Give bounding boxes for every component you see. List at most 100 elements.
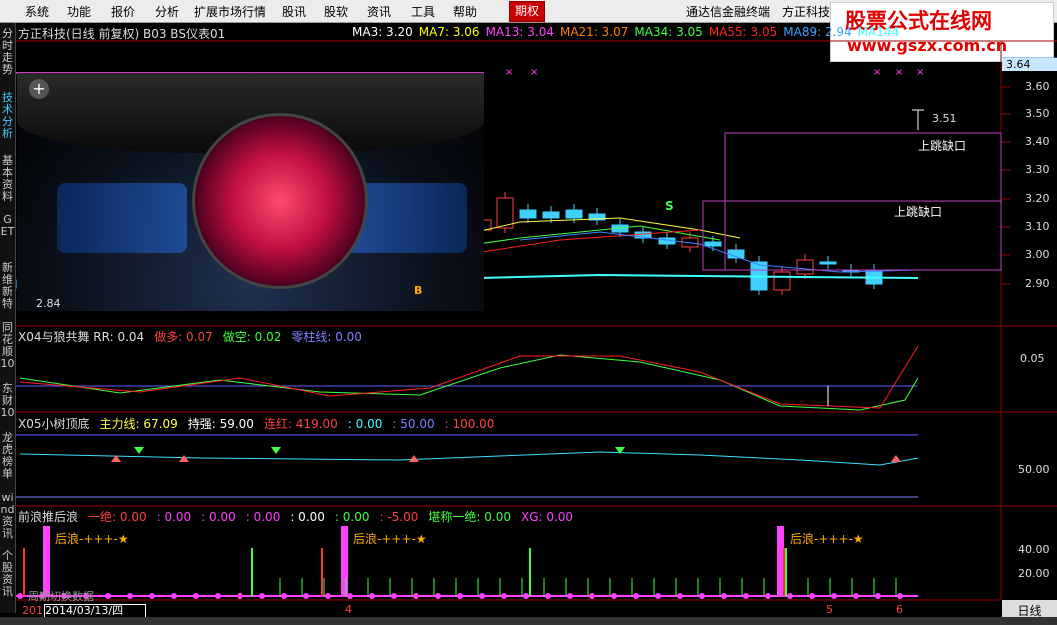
top-x-mark-2: × [873, 67, 881, 78]
zoom-plus-icon[interactable]: + [29, 79, 49, 99]
panel2-legend: X04与狼共舞 RR: 0.04 做多: 0.07 做空: 0.02 零柱线: 0.0… [18, 328, 372, 345]
panel4-dot-262 [259, 593, 265, 599]
panel4-dot-284 [281, 593, 287, 599]
panel4-legend-7: : -5.00 [379, 510, 419, 524]
top-x-mark-1: × [530, 67, 538, 78]
top-x-mark-4: × [916, 67, 924, 78]
panel4-legend-2: : 0.00 [156, 510, 192, 524]
panel4-legend-9: XG: 0.00 [520, 510, 574, 524]
panel4-dot-900 [897, 593, 903, 599]
wave-label-1: 后浪-+++-★ [55, 532, 129, 546]
panel4-dot-856 [853, 593, 859, 599]
top-x-mark-0: × [505, 67, 513, 78]
panel4-dot-240 [237, 593, 243, 599]
price-axis-label-8: 2.90 [1025, 277, 1050, 290]
panel3-legend-1: 主力线: 67.09 [99, 417, 178, 431]
panel4-dot-20 [17, 593, 23, 599]
panel3-arrow-4 [134, 447, 144, 454]
candle-body-27 [704, 241, 722, 247]
price-axis-label-7: 3.00 [1025, 248, 1050, 261]
panel3-axis-label: 50.00 [1018, 463, 1050, 476]
panel4-dot-328 [325, 593, 331, 599]
time-mark-6: 6 [896, 603, 903, 616]
wave-label-2: 后浪-+++-★ [353, 532, 427, 546]
panel4-dot-416 [413, 593, 419, 599]
panel2-long-line [19, 345, 919, 409]
panel3-legend-0: X05小树顶底 [18, 417, 90, 431]
dashboard-left-panel [57, 183, 187, 253]
cursor-date: 2014/03/13/四 [44, 604, 146, 618]
gap-box-2 [702, 200, 1002, 271]
panel3-legend: X05小树顶底 主力线: 67.09 持强: 59.00 连红: 419.00 : 0.… [18, 415, 504, 432]
time-mark-5: 5 [826, 603, 833, 616]
panel4-dot-438 [435, 593, 441, 599]
panel2-short-line [19, 354, 919, 411]
panel4-dot-812 [809, 593, 815, 599]
candle-body-18 [496, 197, 514, 229]
panel4-legend-1: 一绝: 0.00 [88, 510, 147, 524]
candle-body-32 [819, 261, 837, 265]
panel4-dot-548 [545, 593, 551, 599]
panel3-legend-2: 持强: 59.00 [187, 417, 254, 431]
cycle-switch-text: 周期切换数据 [28, 590, 94, 603]
panel3-arrow-1 [179, 455, 189, 462]
bottom-tab-bar[interactable] [0, 617, 1057, 625]
panel4-dot-372 [369, 593, 375, 599]
panel4-dot-724 [721, 593, 727, 599]
price-axis-label-4: 3.30 [1025, 163, 1050, 176]
panel4-pink-bar-1 [341, 526, 348, 596]
dashboard-photo: + [17, 73, 484, 311]
panel4-dot-526 [523, 593, 529, 599]
panel4-legend-5: : 0.00 [290, 510, 325, 524]
panel4-dot-702 [699, 593, 705, 599]
panel4-dot-614 [611, 593, 617, 599]
panel4-dot-394 [391, 593, 397, 599]
low-price-label: 2.84 [36, 297, 61, 310]
panel2-legend-1: 做多: 0.07 [154, 330, 213, 344]
panel4-dot-130 [127, 593, 133, 599]
panel4-dot-460 [457, 593, 463, 599]
price-axis-label-6: 3.10 [1025, 220, 1050, 233]
panel4-dot-658 [655, 593, 661, 599]
panel4-dot-152 [149, 593, 155, 599]
speedometer-gauge [192, 113, 368, 289]
panel3-legend-4: : 0.00 [347, 417, 383, 431]
panel4-dot-196 [193, 593, 199, 599]
price-axis-label-2: 3.50 [1025, 107, 1050, 120]
panel3-legend-3: 连红: 419.00 [263, 417, 338, 431]
candle-body-19 [519, 209, 537, 219]
buy-signal: B [414, 284, 423, 297]
panel4-dot-174 [171, 593, 177, 599]
panel4-axis-label-20: 20.00 [1018, 567, 1050, 580]
panel4-pink-bar-2 [777, 526, 784, 596]
price-axis-label-5: 3.20 [1025, 192, 1050, 205]
wave-label-3: 后浪-+++-★ [790, 532, 864, 546]
panel4-axis-label-40: 40.00 [1018, 543, 1050, 556]
time-axis-year: 201 [22, 604, 43, 617]
panel4-dot-878 [875, 593, 881, 599]
candle-body-21 [565, 209, 583, 219]
panel2-axis-label: 0.05 [1020, 352, 1045, 365]
panel3-main-line [19, 451, 919, 466]
panel4-legend-4: : 0.00 [245, 510, 281, 524]
high-price-label: 3.51 [932, 112, 957, 125]
candle-body-20 [542, 211, 560, 219]
panel4-dot-636 [633, 593, 639, 599]
price-axis-label-0: 3.64 [1002, 58, 1057, 71]
panel4-legend-8: 堪称一绝: 0.00 [428, 510, 511, 524]
panel4-dot-504 [501, 593, 507, 599]
panel4-dot-592 [589, 593, 595, 599]
panel4-legend-3: : 0.00 [201, 510, 236, 524]
panel4-dot-768 [765, 593, 771, 599]
price-axis-label-1: 3.60 [1025, 80, 1050, 93]
panel3-arrow-2 [409, 455, 419, 462]
panel4-dot-834 [831, 593, 837, 599]
panel2-legend-2: 做空: 0.02 [222, 330, 282, 344]
panel4-dot-570 [567, 593, 573, 599]
panel4-dot-790 [787, 593, 793, 599]
panel4-pink-bar-0 [43, 526, 50, 596]
ma89-line [519, 231, 919, 273]
panel4-legend: 前浪推后浪 一绝: 0.00: 0.00: 0.00: 0.00: 0.00: 0… [18, 508, 583, 525]
panel4-legend-6: : 0.00 [334, 510, 370, 524]
panel4-dot-746 [743, 593, 749, 599]
